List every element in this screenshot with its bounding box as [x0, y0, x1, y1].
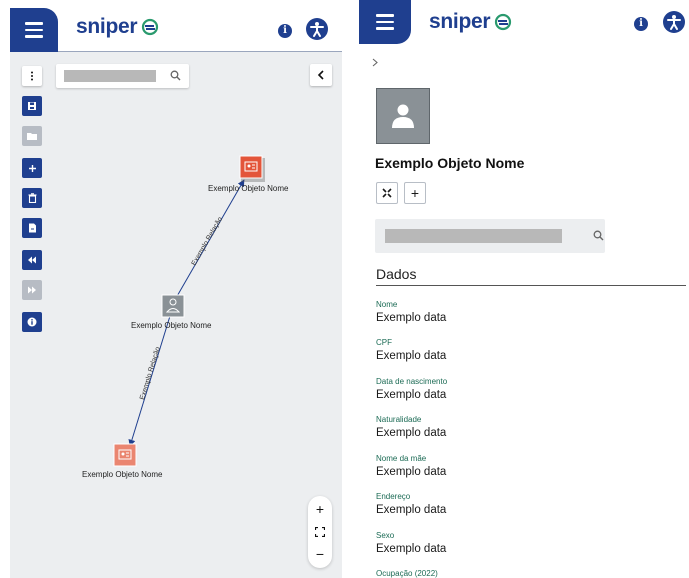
field-value: Exemplo data: [376, 427, 447, 439]
info-icon: [27, 317, 37, 327]
graph-node-document[interactable]: [239, 155, 265, 182]
collapse-icon: [382, 188, 392, 198]
object-details-panel: sniper i Exemplo Objeto Nome + Dados Nom…: [359, 0, 689, 578]
field-label: Nome da mãe: [376, 454, 427, 463]
info-icon[interactable]: i: [634, 17, 648, 31]
object-title: Exemplo Objeto Nome: [375, 155, 525, 171]
field-value: Exemplo data: [376, 466, 447, 478]
menu-line: [376, 27, 394, 30]
field-value: Exemplo data: [376, 389, 447, 401]
accessibility-icon[interactable]: [663, 11, 685, 33]
add-button[interactable]: [22, 158, 42, 178]
plus-icon: [28, 164, 36, 172]
save-icon: [28, 102, 36, 110]
data-field: Nome da mãe Exemplo data: [376, 454, 446, 478]
search-text-placeholder: [385, 229, 562, 243]
fast-forward-icon: [28, 286, 36, 294]
delete-button[interactable]: [22, 188, 42, 208]
data-field: Data de nascimento Exemplo data: [376, 377, 447, 401]
logo-wordmark: sniper: [429, 10, 491, 33]
graph-node-label: Exemplo Objeto Nome: [82, 470, 163, 479]
hamburger-menu-button[interactable]: [359, 0, 411, 44]
collapse-button[interactable]: [376, 182, 398, 204]
undo-button[interactable]: [22, 250, 42, 270]
graph-node-label: Exemplo Objeto Nome: [208, 184, 289, 193]
logo-mark-icon: [495, 13, 512, 31]
sniper-logo[interactable]: sniper: [429, 10, 512, 34]
trash-icon: [28, 193, 36, 203]
redo-button[interactable]: [22, 280, 42, 300]
object-avatar: [376, 88, 430, 144]
data-field: Nome Exemplo data: [376, 300, 446, 324]
field-label: Sexo: [376, 531, 395, 540]
data-field: Ocupação (2022): [376, 569, 438, 578]
zoom-in-button[interactable]: +: [308, 498, 332, 520]
search-icon[interactable]: [593, 230, 604, 241]
data-field: Naturalidade Exemplo data: [376, 415, 446, 439]
section-title: Dados: [376, 266, 417, 282]
zoom-controls: + −: [308, 496, 332, 568]
save-button[interactable]: [22, 96, 42, 116]
menu-line: [376, 14, 394, 17]
field-value: Exemplo data: [376, 350, 447, 362]
kebab-icon: [31, 71, 33, 81]
add-button[interactable]: +: [404, 182, 426, 204]
breadcrumb-expand-button[interactable]: [372, 54, 378, 72]
chevron-left-icon: [317, 70, 324, 80]
graph-node-document[interactable]: [113, 443, 137, 467]
field-value: Exemplo data: [376, 312, 447, 324]
search-icon[interactable]: [170, 70, 181, 81]
graph-node-label: Exemplo Objeto Nome: [131, 321, 212, 330]
fit-view-button[interactable]: [308, 521, 332, 543]
graph-node-person[interactable]: [161, 294, 185, 318]
field-value: Exemplo data: [376, 504, 447, 516]
field-label: Nome: [376, 300, 398, 309]
export-file-button[interactable]: [22, 218, 42, 238]
field-value: Exemplo data: [376, 543, 447, 555]
fit-screen-icon: [315, 527, 325, 537]
graph-view-panel: sniper i Exemplo Objeto Nome Exemplo Obj…: [10, 0, 342, 578]
chevron-right-icon: [372, 58, 378, 67]
file-icon: [28, 223, 36, 233]
folder-icon: [26, 132, 37, 140]
field-label: Ocupação (2022): [376, 569, 438, 578]
data-field: Sexo Exemplo data: [376, 531, 446, 555]
info-button[interactable]: [22, 312, 42, 332]
field-label: Naturalidade: [376, 415, 422, 424]
data-field: Endereço Exemplo data: [376, 492, 446, 516]
field-label: CPF: [376, 338, 392, 347]
more-options-button[interactable]: [22, 66, 42, 86]
field-label: Endereço: [376, 492, 411, 501]
menu-line: [376, 20, 394, 24]
rewind-icon: [28, 256, 36, 264]
field-label: Data de nascimento: [376, 377, 448, 386]
app-stage: sniper i Exemplo Objeto Nome Exemplo Obj…: [0, 0, 689, 578]
zoom-out-button[interactable]: −: [308, 543, 332, 565]
details-search-input[interactable]: [375, 219, 605, 253]
graph-search-input[interactable]: [56, 64, 189, 88]
open-folder-button[interactable]: [22, 126, 42, 146]
section-divider: [376, 285, 686, 286]
person-icon: [392, 104, 414, 128]
collapse-panel-button[interactable]: [310, 64, 332, 86]
data-field: CPF Exemplo data: [376, 338, 446, 362]
search-text-placeholder: [64, 70, 156, 82]
